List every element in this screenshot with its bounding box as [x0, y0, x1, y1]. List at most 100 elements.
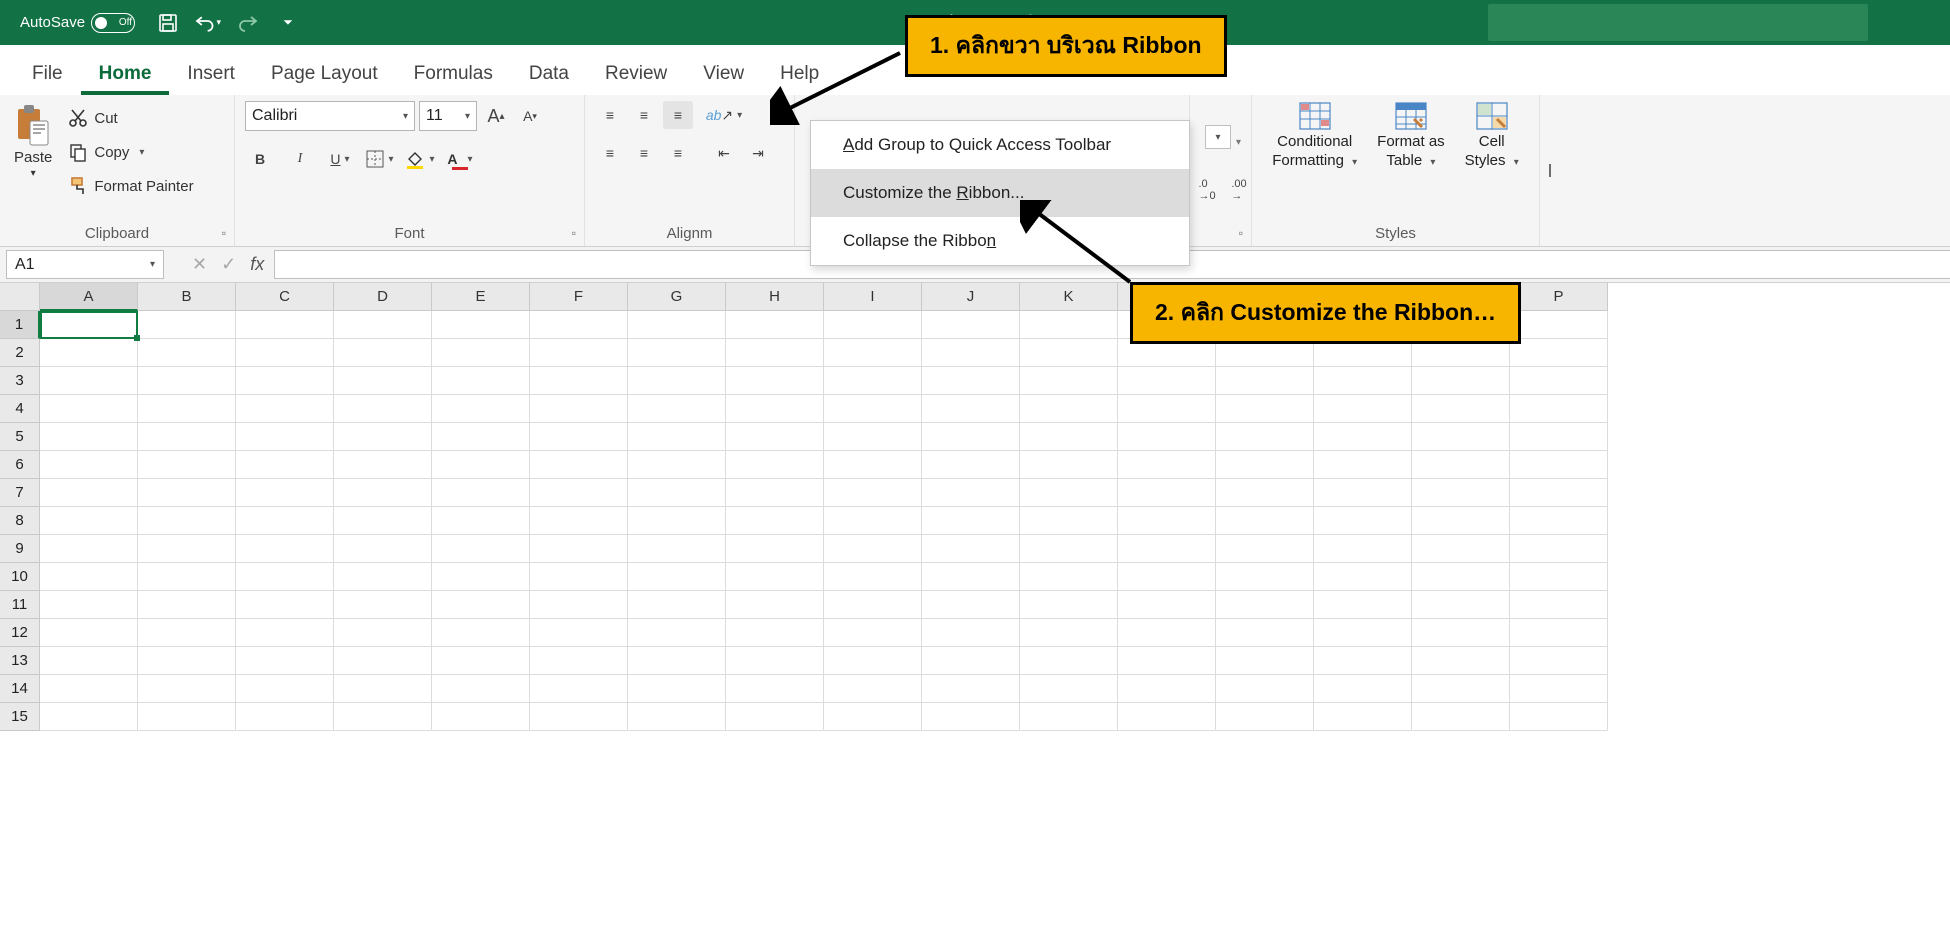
cell[interactable] [1216, 507, 1314, 535]
row-header[interactable]: 9 [0, 535, 40, 563]
cell[interactable] [1510, 591, 1608, 619]
cell[interactable] [1020, 395, 1118, 423]
cell[interactable] [922, 479, 1020, 507]
cell[interactable] [334, 591, 432, 619]
cell[interactable] [334, 423, 432, 451]
cell[interactable] [1314, 675, 1412, 703]
cell[interactable] [824, 395, 922, 423]
cell[interactable] [1314, 423, 1412, 451]
cell[interactable] [236, 563, 334, 591]
cell[interactable] [138, 563, 236, 591]
cell[interactable] [726, 619, 824, 647]
col-header[interactable]: C [236, 283, 334, 311]
cell[interactable] [628, 395, 726, 423]
cell[interactable] [530, 395, 628, 423]
cell[interactable] [628, 451, 726, 479]
cell[interactable] [1020, 591, 1118, 619]
cell[interactable] [628, 703, 726, 731]
col-header[interactable]: A [40, 283, 138, 311]
tab-file[interactable]: File [14, 53, 81, 95]
cell[interactable] [1314, 507, 1412, 535]
enter-icon[interactable]: ✓ [221, 254, 236, 275]
cell[interactable] [1510, 311, 1608, 339]
italic-button[interactable]: I [285, 145, 315, 173]
dialog-launcher-icon[interactable]: ▫ [222, 226, 226, 240]
cell[interactable] [530, 563, 628, 591]
cell[interactable] [40, 675, 138, 703]
cell[interactable] [1118, 563, 1216, 591]
row-header[interactable]: 5 [0, 423, 40, 451]
cell[interactable] [1510, 647, 1608, 675]
cell[interactable] [334, 703, 432, 731]
cell[interactable] [1510, 619, 1608, 647]
cell[interactable] [1314, 451, 1412, 479]
cell[interactable] [236, 535, 334, 563]
cell[interactable] [530, 479, 628, 507]
row-header[interactable]: 3 [0, 367, 40, 395]
cell[interactable] [1118, 451, 1216, 479]
tab-formulas[interactable]: Formulas [396, 53, 511, 95]
cell[interactable] [236, 311, 334, 339]
cell[interactable] [138, 423, 236, 451]
row-header[interactable]: 13 [0, 647, 40, 675]
cell[interactable] [1314, 647, 1412, 675]
cell[interactable] [1314, 591, 1412, 619]
name-box[interactable]: A1▾ [6, 250, 164, 279]
cell[interactable] [922, 535, 1020, 563]
cell[interactable] [236, 619, 334, 647]
cell[interactable] [922, 507, 1020, 535]
cell[interactable] [1216, 563, 1314, 591]
cell[interactable] [922, 703, 1020, 731]
shrink-font-icon[interactable]: A▾ [515, 102, 545, 130]
cell[interactable] [432, 619, 530, 647]
cell[interactable] [40, 451, 138, 479]
cell[interactable] [1314, 563, 1412, 591]
cell[interactable] [236, 647, 334, 675]
cell[interactable] [334, 563, 432, 591]
cell[interactable] [922, 395, 1020, 423]
font-name-dropdown[interactable]: Calibri▾ [245, 101, 415, 131]
cell[interactable] [1314, 535, 1412, 563]
cell[interactable] [1314, 367, 1412, 395]
align-center-icon[interactable]: ≡ [629, 139, 659, 167]
cell[interactable] [1020, 311, 1118, 339]
cell[interactable] [138, 591, 236, 619]
row-header[interactable]: 8 [0, 507, 40, 535]
row-header[interactable]: 14 [0, 675, 40, 703]
cell[interactable] [432, 311, 530, 339]
cell[interactable] [628, 423, 726, 451]
cell[interactable] [1510, 451, 1608, 479]
cell[interactable] [1020, 339, 1118, 367]
cell[interactable] [40, 479, 138, 507]
cancel-icon[interactable]: ✕ [192, 254, 207, 275]
cell[interactable] [824, 675, 922, 703]
cell[interactable] [922, 451, 1020, 479]
cell[interactable] [1314, 395, 1412, 423]
search-box[interactable] [1488, 4, 1868, 41]
cell[interactable] [1412, 563, 1510, 591]
cell[interactable] [40, 395, 138, 423]
cell[interactable] [1118, 703, 1216, 731]
cell[interactable] [824, 619, 922, 647]
fill-color-button[interactable]: ▾ [405, 145, 435, 173]
cell[interactable] [1020, 619, 1118, 647]
cell[interactable] [138, 675, 236, 703]
cell[interactable] [1412, 479, 1510, 507]
cell-styles-button[interactable]: Cell Styles ▾ [1457, 101, 1527, 169]
cell[interactable] [236, 507, 334, 535]
col-header[interactable]: J [922, 283, 1020, 311]
cell[interactable] [1020, 535, 1118, 563]
cell[interactable] [824, 451, 922, 479]
cell[interactable] [1412, 451, 1510, 479]
cell[interactable] [1412, 395, 1510, 423]
tab-review[interactable]: Review [587, 53, 685, 95]
col-header[interactable]: B [138, 283, 236, 311]
cell[interactable] [1412, 507, 1510, 535]
cell[interactable] [236, 423, 334, 451]
cell[interactable] [236, 479, 334, 507]
cell[interactable] [1216, 535, 1314, 563]
cell[interactable] [334, 675, 432, 703]
row-header[interactable]: 2 [0, 339, 40, 367]
format-painter-button[interactable]: Format Painter [64, 171, 197, 201]
cell[interactable] [236, 395, 334, 423]
